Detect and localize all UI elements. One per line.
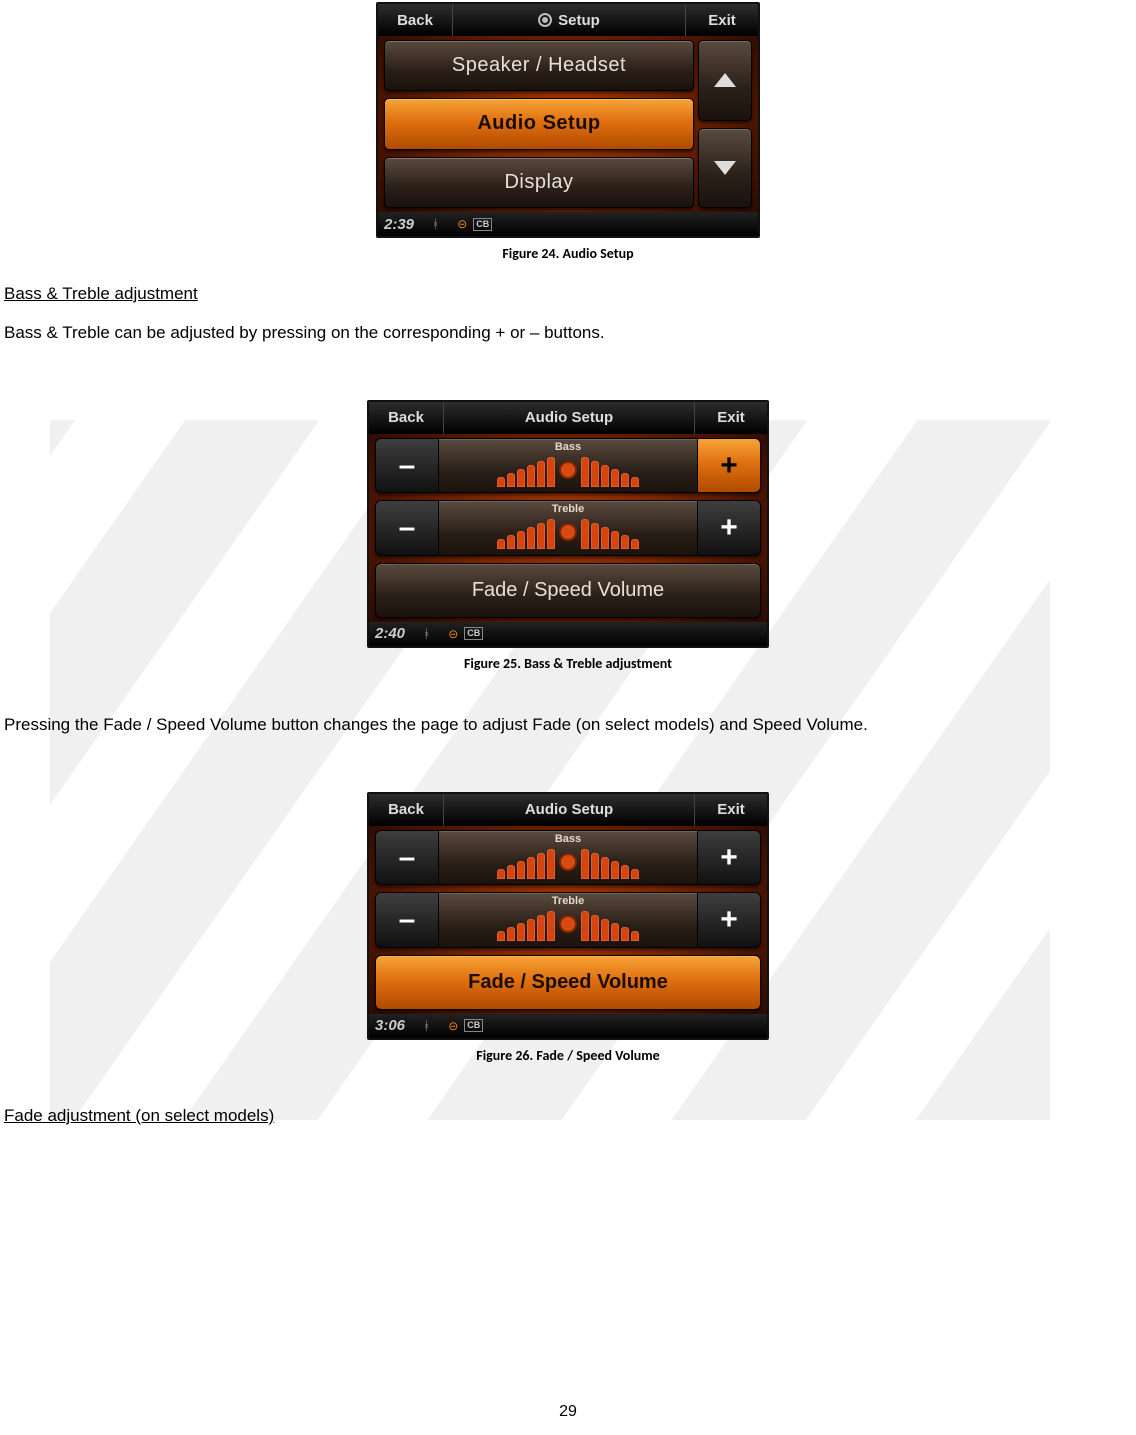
bass-minus-button[interactable]: – (376, 439, 439, 492)
chevron-up-icon (714, 73, 736, 87)
exit-button[interactable]: Exit (685, 4, 758, 36)
treble-minus-button[interactable]: – (376, 893, 439, 946)
bass-label: Bass (439, 833, 697, 845)
treble-ticks (497, 515, 639, 549)
bass-row: – Bass + (375, 830, 761, 885)
harley-icon: ⊝ (457, 217, 467, 231)
paragraph-bass-treble: Bass & Treble can be adjusted by pressin… (0, 322, 1136, 345)
exit-button[interactable]: Exit (694, 402, 767, 434)
back-button[interactable]: Back (369, 402, 444, 434)
page-number: 29 (0, 1403, 1136, 1421)
screenshot-fade-speed-volume: Back Audio Setup Exit – Bass + – Treble (367, 792, 769, 1040)
harley-icon: ⊝ (448, 1019, 458, 1033)
treble-ticks (497, 907, 639, 941)
treble-row: – Treble + (375, 892, 761, 947)
treble-row: – Treble + (375, 500, 761, 555)
fade-speed-volume-button[interactable]: Fade / Speed Volume (375, 563, 761, 618)
scroll-down-button[interactable] (698, 128, 752, 209)
treble-plus-button[interactable]: + (697, 893, 760, 946)
screenshot-bass-treble: Back Audio Setup Exit – Bass + – Treble (367, 400, 769, 648)
cb-badge: CB (464, 1019, 483, 1032)
status-bar: 2:40 ᚼ ⊝ CB (369, 622, 767, 646)
figure-caption: Figure 26. Fade / Speed Volume (0, 1047, 1136, 1064)
figure-caption: Figure 25. Bass & Treble adjustment (0, 655, 1136, 672)
treble-meter: Treble (439, 893, 697, 946)
clock: 2:39 (384, 216, 414, 233)
fade-speed-volume-button[interactable]: Fade / Speed Volume (375, 955, 761, 1010)
status-bar: 2:39 ᚼ ⊝ CB (378, 212, 758, 236)
figure-caption: Figure 24. Audio Setup (0, 245, 1136, 262)
screen-title: Audio Setup (444, 402, 694, 434)
bass-ticks (497, 845, 639, 879)
gear-icon (538, 13, 552, 27)
treble-plus-button[interactable]: + (697, 501, 760, 554)
clock: 2:40 (375, 625, 405, 642)
treble-minus-button[interactable]: – (376, 501, 439, 554)
screen-title: Setup (453, 4, 685, 36)
bass-plus-button[interactable]: + (697, 439, 760, 492)
bass-plus-button[interactable]: + (697, 831, 760, 884)
chevron-down-icon (714, 161, 736, 175)
section-heading-fade: Fade adjustment (on select models) (0, 1106, 1136, 1126)
menu-item-display[interactable]: Display (384, 157, 694, 208)
status-bar: 3:06 ᚼ ⊝ CB (369, 1014, 767, 1038)
back-button[interactable]: Back (378, 4, 453, 36)
bluetooth-icon: ᚼ (432, 217, 439, 231)
bass-row: – Bass + (375, 438, 761, 493)
treble-label: Treble (439, 503, 697, 515)
exit-button[interactable]: Exit (694, 794, 767, 826)
clock: 3:06 (375, 1017, 405, 1034)
cb-badge: CB (464, 627, 483, 640)
bass-meter: Bass (439, 831, 697, 884)
paragraph-fade-speed: Pressing the Fade / Speed Volume button … (0, 714, 1136, 737)
screenshot-audio-setup: Back Setup Exit Speaker / Headset Audio … (376, 2, 760, 238)
scroll-up-button[interactable] (698, 40, 752, 121)
screen-title: Audio Setup (444, 794, 694, 826)
menu-item-audio-setup[interactable]: Audio Setup (384, 98, 694, 149)
treble-label: Treble (439, 895, 697, 907)
bass-minus-button[interactable]: – (376, 831, 439, 884)
bass-meter: Bass (439, 439, 697, 492)
menu-item-speaker-headset[interactable]: Speaker / Headset (384, 40, 694, 91)
back-button[interactable]: Back (369, 794, 444, 826)
treble-meter: Treble (439, 501, 697, 554)
bluetooth-icon: ᚼ (423, 627, 430, 641)
bass-ticks (497, 453, 639, 487)
harley-icon: ⊝ (448, 627, 458, 641)
section-heading-bass-treble: Bass & Treble adjustment (0, 284, 1136, 304)
cb-badge: CB (473, 218, 492, 231)
bass-label: Bass (439, 441, 697, 453)
title-text: Setup (558, 12, 600, 29)
bluetooth-icon: ᚼ (423, 1019, 430, 1033)
